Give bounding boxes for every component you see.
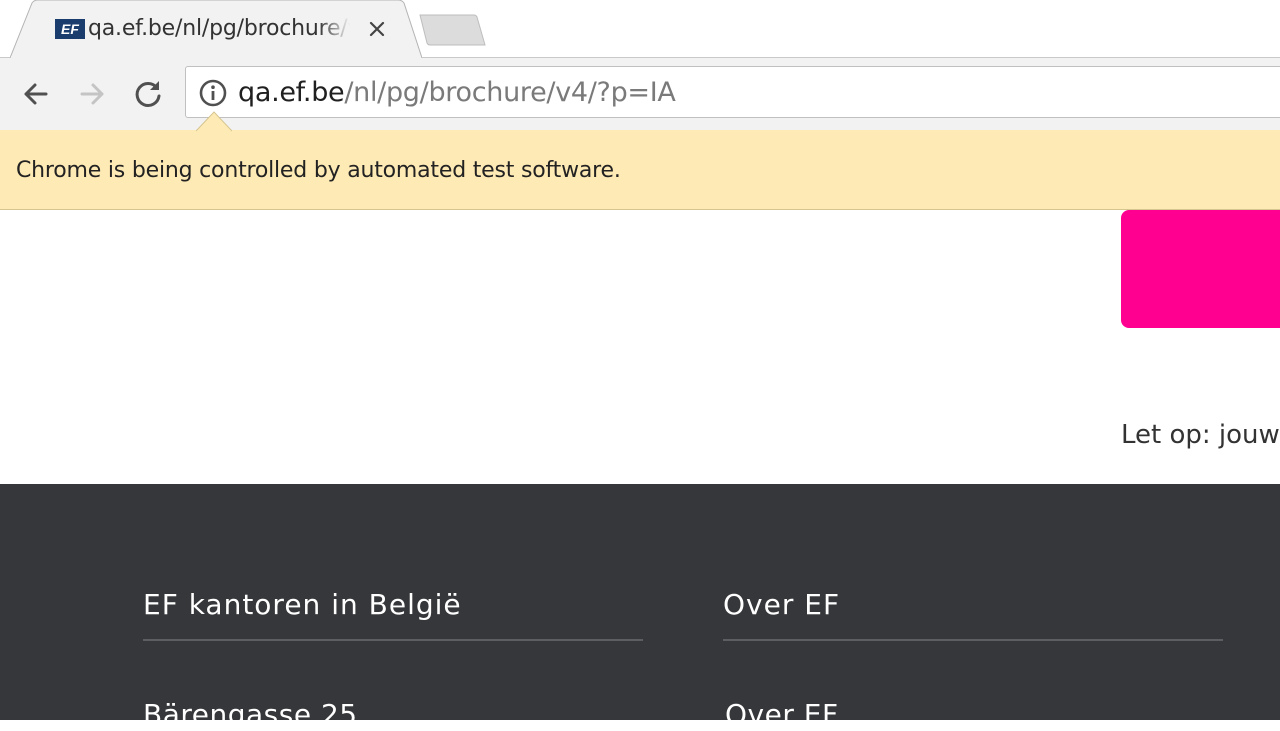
notice-text: Let op: jouw	[1121, 420, 1280, 450]
site-footer: EF kantoren in België Bärengasse 25 Over…	[0, 484, 1280, 731]
brochure-submit-button[interactable]	[1121, 210, 1280, 328]
footer-divider	[143, 639, 643, 641]
footer-heading: Over EF	[723, 588, 841, 621]
footer-heading: EF kantoren in België	[143, 588, 462, 621]
browser-tab-active[interactable]: EF qa.ef.be/nl/pg/brochure/v4/?p=IA	[10, 0, 422, 58]
back-arrow-icon[interactable]	[16, 74, 56, 114]
forward-arrow-icon[interactable]	[72, 74, 112, 114]
address-bar[interactable]: qa.ef.be/nl/pg/brochure/v4/?p=IA	[185, 66, 1280, 118]
reload-icon[interactable]	[128, 74, 168, 114]
browser-toolbar: qa.ef.be/nl/pg/brochure/v4/?p=IA	[0, 58, 1280, 130]
footer-address: Bärengasse 25	[143, 698, 358, 731]
page-content: Let op: jouw	[0, 210, 1280, 484]
close-icon[interactable]	[367, 19, 387, 39]
new-tab-button[interactable]	[418, 14, 486, 46]
url-text[interactable]: qa.ef.be/nl/pg/brochure/v4/?p=IA	[238, 77, 676, 108]
tab-strip: EF qa.ef.be/nl/pg/brochure/v4/?p=IA	[0, 0, 1280, 58]
footer-link-about[interactable]: Over EF	[725, 698, 839, 731]
tab-title: qa.ef.be/nl/pg/brochure/v4/?p=IA	[88, 16, 350, 41]
url-path: /nl/pg/brochure/v4/?p=IA	[344, 77, 676, 108]
ef-favicon-icon: EF	[55, 19, 85, 39]
footer-divider	[723, 639, 1223, 641]
svg-text:EF: EF	[61, 21, 79, 37]
url-host: qa.ef.be	[238, 77, 345, 108]
automation-infobar: Chrome is being controlled by automated …	[0, 130, 1280, 210]
infobar-message: Chrome is being controlled by automated …	[16, 158, 621, 183]
infobar-pointer	[196, 111, 232, 132]
info-icon[interactable]	[198, 78, 228, 108]
